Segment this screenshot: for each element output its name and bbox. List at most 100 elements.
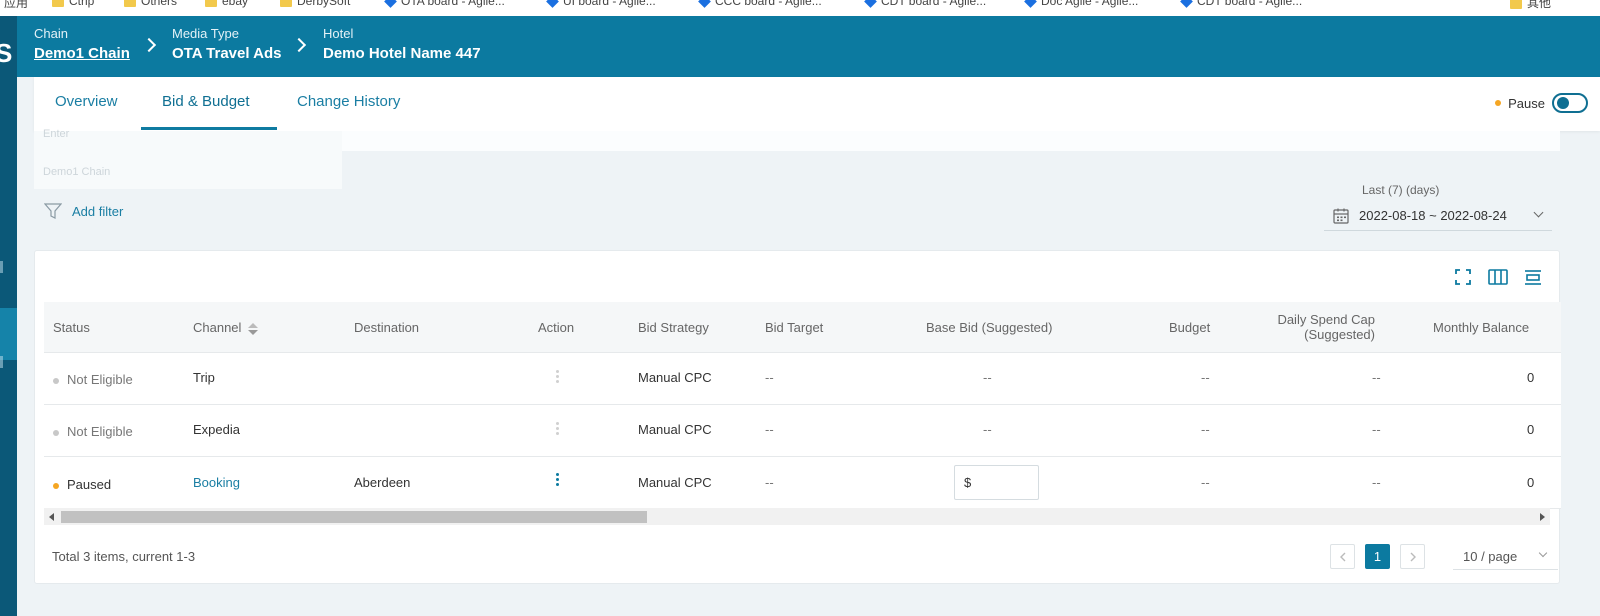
bid-budget-table-card: Status Channel Destination Action Bid St… bbox=[34, 250, 1561, 584]
tab-bid-budget[interactable]: Bid & Budget bbox=[162, 93, 250, 110]
breadcrumb-chain-link[interactable]: Demo1 Chain bbox=[34, 45, 130, 62]
bid-strategy-cell: Manual CPC bbox=[638, 370, 712, 385]
bookmark-cdt-board-2[interactable]: CDT board - Agile... bbox=[1180, 0, 1302, 9]
folder-icon bbox=[1510, 0, 1522, 9]
date-range-label: Last (7) (days) bbox=[1362, 183, 1440, 197]
bookmark-ui-board[interactable]: UI board - Agile... bbox=[546, 0, 656, 9]
bid-target-cell: -- bbox=[765, 370, 774, 385]
table-row: Paused Booking Aberdeen Manual CPC -- $ … bbox=[44, 457, 1561, 509]
folder-icon bbox=[52, 0, 64, 7]
channel-cell: Trip bbox=[193, 370, 215, 385]
jira-icon bbox=[1180, 0, 1193, 9]
fullscreen-icon[interactable] bbox=[1453, 267, 1473, 287]
daily-cap-cell: -- bbox=[1372, 475, 1381, 490]
scrollbar-thumb[interactable] bbox=[61, 511, 647, 523]
chevron-left-icon bbox=[1339, 552, 1345, 561]
scroll-right-icon[interactable] bbox=[1540, 513, 1545, 521]
column-header-status: Status bbox=[53, 320, 90, 335]
bookmark-doc-agile[interactable]: Doc Agile - Agile... bbox=[1024, 0, 1138, 9]
monthly-balance-cell: 0 bbox=[1527, 370, 1535, 385]
column-header-channel[interactable]: Channel bbox=[193, 320, 259, 337]
add-filter-button[interactable]: Add filter bbox=[44, 203, 123, 219]
tab-change-history[interactable]: Change History bbox=[297, 93, 400, 110]
prev-page-button[interactable] bbox=[1330, 544, 1355, 569]
chevron-right-icon bbox=[141, 37, 157, 53]
page-1-button[interactable]: 1 bbox=[1365, 544, 1390, 569]
breadcrumb-label: Media Type bbox=[172, 26, 239, 41]
columns-setting-icon[interactable] bbox=[1487, 267, 1509, 287]
bookmark-ccc-board[interactable]: CCC board - Agile... bbox=[698, 0, 822, 9]
bookmark-cdt-board[interactable]: CDT board - Agile... bbox=[864, 0, 986, 9]
tab-bar: Overview Bid & Budget Change History Pau… bbox=[34, 77, 1600, 131]
bookmark-ctrip[interactable]: Ctrip bbox=[52, 0, 94, 8]
bid-target-cell: -- bbox=[765, 422, 774, 437]
chevron-right-icon bbox=[1410, 552, 1416, 561]
horizontal-scrollbar[interactable] bbox=[44, 508, 1550, 525]
bookmark-ota-board[interactable]: OTA board - Agile... bbox=[384, 0, 505, 9]
bid-target-cell: -- bbox=[765, 475, 774, 490]
header-breadcrumb-bar: Chain Demo1 Chain Media Type OTA Travel … bbox=[17, 16, 1600, 77]
date-range-value: 2022-08-18 ~ 2022-08-24 bbox=[1359, 208, 1507, 223]
sidebar-item[interactable] bbox=[0, 261, 3, 273]
monthly-balance-cell: 0 bbox=[1527, 475, 1535, 490]
sidebar-item-active[interactable] bbox=[0, 308, 17, 360]
status-dot bbox=[53, 483, 59, 489]
chevron-right-icon bbox=[291, 37, 307, 53]
bookmark-ebay[interactable]: ebay bbox=[205, 0, 248, 8]
bookmark-others[interactable]: Others bbox=[124, 0, 177, 8]
next-page-button[interactable] bbox=[1400, 544, 1425, 569]
breadcrumb-media-type: Media Type OTA Travel Ads bbox=[172, 26, 281, 62]
bookmark-apps[interactable]: 应用 bbox=[4, 0, 28, 11]
sort-icon[interactable] bbox=[247, 321, 259, 337]
chevron-down-icon bbox=[1533, 207, 1544, 218]
jira-icon bbox=[1024, 0, 1037, 9]
base-bid-input[interactable]: $ bbox=[954, 465, 1039, 500]
column-header-daily-spend-cap: Daily Spend Cap (Suggested) bbox=[1277, 312, 1375, 342]
more-actions-icon bbox=[556, 422, 560, 435]
left-sidebar: S bbox=[0, 16, 17, 616]
scroll-left-icon[interactable] bbox=[49, 513, 54, 521]
base-bid-cell: -- bbox=[983, 370, 992, 385]
table-row: Not Eligible Expedia Manual CPC -- -- --… bbox=[44, 405, 1561, 457]
chevron-down-icon bbox=[1538, 548, 1548, 558]
jira-icon bbox=[546, 0, 559, 9]
page-size-value: 10 / page bbox=[1463, 548, 1518, 564]
folder-icon bbox=[205, 0, 217, 7]
tab-overview[interactable]: Overview bbox=[55, 93, 118, 110]
add-filter-label: Add filter bbox=[72, 203, 124, 219]
more-actions-icon bbox=[556, 370, 560, 383]
breadcrumb-label: Hotel bbox=[323, 26, 354, 41]
bookmark-derbysoft[interactable]: DerbySoft bbox=[280, 0, 350, 8]
pause-label: Pause bbox=[1508, 95, 1545, 111]
column-header-base-bid: Base Bid (Suggested) bbox=[926, 320, 1053, 335]
breadcrumb-hotel: Hotel Demo Hotel Name 447 bbox=[323, 26, 481, 62]
sidebar-item[interactable] bbox=[0, 356, 3, 368]
filter-icon bbox=[44, 203, 62, 219]
pause-toggle[interactable] bbox=[1552, 93, 1588, 113]
base-bid-cell: -- bbox=[983, 422, 992, 437]
status-dot bbox=[1495, 100, 1502, 106]
status-dot bbox=[53, 378, 59, 384]
daily-cap-cell: -- bbox=[1372, 370, 1381, 385]
folder-icon bbox=[280, 0, 292, 7]
ghost-option: Demo1 Chain bbox=[43, 166, 111, 178]
channel-link[interactable]: Booking bbox=[193, 475, 240, 490]
more-actions-icon[interactable] bbox=[556, 473, 560, 486]
date-range-picker[interactable]: 2022-08-18 ~ 2022-08-24 bbox=[1324, 201, 1552, 231]
page-size-select[interactable]: 10 / page bbox=[1453, 543, 1558, 570]
column-header-destination: Destination bbox=[354, 320, 420, 335]
breadcrumb-value: OTA Travel Ads bbox=[172, 45, 282, 62]
table-toolbar bbox=[1453, 267, 1543, 287]
pagination: 1 10 / page bbox=[1330, 543, 1558, 570]
column-header-bid-target: Bid Target bbox=[765, 320, 824, 335]
pagination-total: Total 3 items, current 1-3 bbox=[52, 549, 196, 564]
column-header-monthly-balance: Monthly Balance bbox=[1433, 320, 1530, 335]
row-density-icon[interactable] bbox=[1523, 267, 1543, 287]
bookmark-other-folder[interactable]: 其他 bbox=[1510, 0, 1551, 11]
table-row: Not Eligible Trip Manual CPC -- -- -- --… bbox=[44, 353, 1561, 405]
status-cell: Paused bbox=[53, 477, 111, 492]
ghost-placeholder: Enter bbox=[43, 128, 70, 140]
budget-cell: -- bbox=[1201, 475, 1210, 490]
background-dropdown-panel: Enter Demo1 Chain bbox=[34, 128, 342, 189]
column-header-bid-strategy: Bid Strategy bbox=[638, 320, 709, 335]
